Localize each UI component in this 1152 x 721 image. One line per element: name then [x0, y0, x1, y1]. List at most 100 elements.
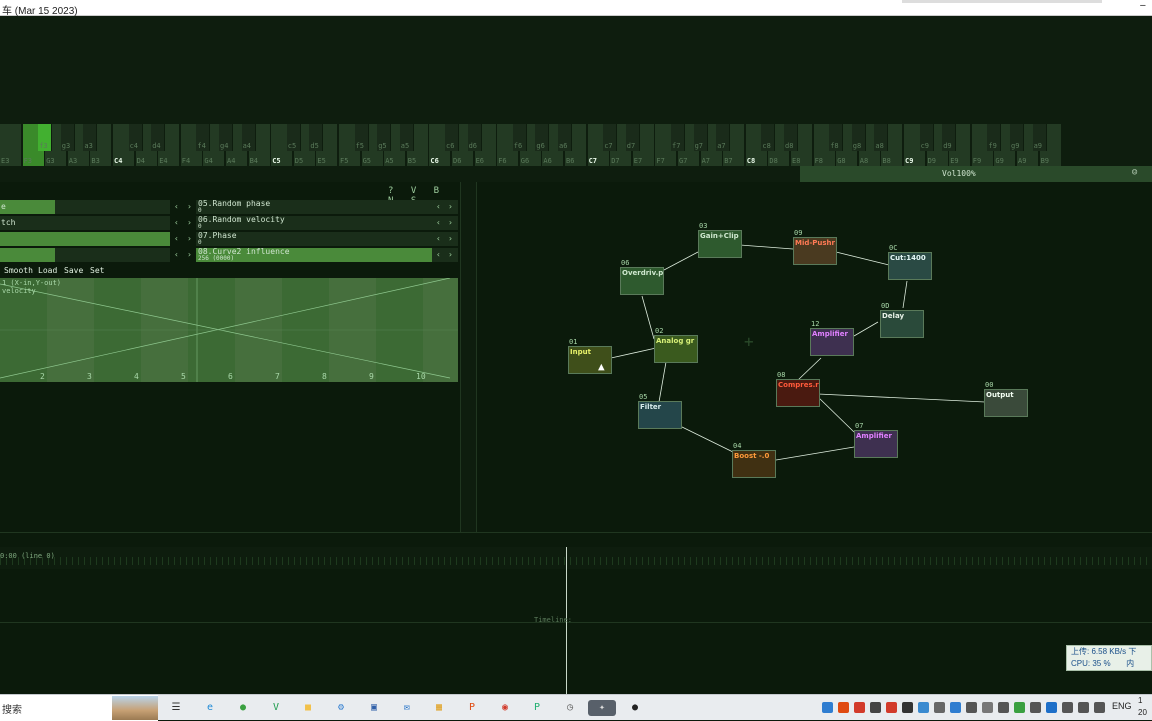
- black-key[interactable]: a3: [83, 124, 98, 151]
- black-key[interactable]: f6: [512, 124, 527, 151]
- volume-slider[interactable]: [800, 166, 1152, 182]
- module-input[interactable]: 01 Input: [568, 338, 612, 374]
- arrow-right-icon[interactable]: ›: [187, 250, 192, 259]
- black-key[interactable]: f9: [987, 124, 1002, 151]
- curve-set-button[interactable]: Set: [90, 266, 104, 275]
- arrow-left-icon[interactable]: ‹: [174, 218, 179, 227]
- black-key[interactable]: f4: [196, 124, 211, 151]
- module-analog-gr[interactable]: 02 Analog gr: [654, 327, 698, 363]
- tray-icon[interactable]: [1014, 702, 1025, 713]
- black-key[interactable]: f5: [354, 124, 369, 151]
- arrow-right-icon[interactable]: ›: [187, 202, 192, 211]
- white-key[interactable]: E3: [0, 124, 22, 166]
- clock-app-icon[interactable]: ◷: [562, 700, 578, 716]
- arrow-right-icon[interactable]: ›: [448, 202, 453, 211]
- black-key[interactable]: c8: [761, 124, 776, 151]
- volume-icon[interactable]: [1094, 702, 1105, 713]
- module-output[interactable]: 00 Output: [984, 381, 1028, 417]
- black-key[interactable]: g8: [851, 124, 866, 151]
- control-slider[interactable]: tch: [0, 216, 170, 230]
- control-slider[interactable]: [0, 248, 170, 262]
- search-tool-icon[interactable]: P: [464, 700, 480, 716]
- module-amplifier[interactable]: 12 Amplifier: [810, 320, 854, 356]
- black-key[interactable]: g7: [693, 124, 708, 151]
- black-key[interactable]: g5: [377, 124, 392, 151]
- black-key[interactable]: f8: [829, 124, 844, 151]
- arrow-left-icon[interactable]: ‹: [436, 202, 441, 211]
- store-icon[interactable]: ▦: [431, 700, 447, 716]
- record-icon[interactable]: ●: [627, 700, 643, 716]
- sunvox-icon[interactable]: ✦: [588, 700, 616, 716]
- title-drag-area[interactable]: [902, 0, 1102, 3]
- module-compres-r[interactable]: 08 Compres.r: [776, 371, 820, 407]
- pycharm-icon[interactable]: P: [529, 700, 545, 716]
- arrow-right-icon[interactable]: ›: [187, 218, 192, 227]
- arrow-left-icon[interactable]: ‹: [174, 250, 179, 259]
- folder-icon[interactable]: ■: [300, 700, 316, 716]
- black-key[interactable]: g4: [219, 124, 233, 151]
- black-key[interactable]: a7: [716, 124, 731, 151]
- tray-icon[interactable]: [902, 702, 913, 713]
- tray-icon[interactable]: [854, 702, 865, 713]
- tray-icon[interactable]: [998, 702, 1009, 713]
- arrow-left-icon[interactable]: ‹: [436, 250, 441, 259]
- black-key[interactable]: a9: [1032, 124, 1047, 151]
- module-boost-0[interactable]: 04 Boost -.0: [732, 442, 776, 478]
- black-key[interactable]: c5: [286, 124, 301, 151]
- clock[interactable]: 1 20: [1138, 695, 1147, 719]
- tray-icon[interactable]: [918, 702, 929, 713]
- curve-smooth-button[interactable]: Smooth: [4, 266, 33, 275]
- module-overdriv-p[interactable]: 06 Overdriv.p: [620, 259, 664, 295]
- system-tray[interactable]: [822, 700, 1122, 716]
- black-key[interactable]: g9: [1010, 124, 1024, 151]
- black-key[interactable]: a6: [558, 124, 572, 151]
- module-mid-pushr[interactable]: 09 Mid-Pushr: [793, 229, 837, 265]
- network-icon[interactable]: [1078, 702, 1089, 713]
- arrow-left-icon[interactable]: ‹: [436, 218, 441, 227]
- control-slider[interactable]: 06.Random velocity 0 ‹ ›: [196, 216, 458, 230]
- black-key[interactable]: d4: [151, 124, 166, 151]
- black-key[interactable]: d7: [625, 124, 640, 151]
- black-key[interactable]: f7: [671, 124, 685, 151]
- panel-splitter[interactable]: [460, 182, 477, 532]
- settings-icon[interactable]: ⚙: [333, 700, 349, 716]
- black-key[interactable]: a4: [241, 124, 256, 151]
- arrow-right-icon[interactable]: ›: [187, 234, 192, 243]
- arrow-right-icon[interactable]: ›: [448, 250, 453, 259]
- tray-icon[interactable]: [1030, 702, 1041, 713]
- curve-graph[interactable]: 1 (X-in,Y-out) velocity 2 3 4 5 6 7 8 9 10: [0, 278, 458, 382]
- task-view-icon[interactable]: ☰: [168, 700, 184, 716]
- arrow-right-icon[interactable]: ›: [448, 234, 453, 243]
- black-key[interactable]: c9: [919, 124, 934, 151]
- arrow-left-icon[interactable]: ‹: [174, 202, 179, 211]
- tray-icon[interactable]: [950, 702, 961, 713]
- arrow-left-icon[interactable]: ‹: [174, 234, 179, 243]
- black-key[interactable]: d9: [942, 124, 957, 151]
- tray-icon[interactable]: [870, 702, 881, 713]
- black-key[interactable]: a8: [874, 124, 889, 151]
- black-key[interactable]: c4: [128, 124, 143, 151]
- black-key[interactable]: g6: [535, 124, 550, 151]
- black-key[interactable]: d6: [467, 124, 482, 151]
- timeline-panel[interactable]: 0:00 (line 0) Timeline: 上传: 6.58 KB/s 下 …: [0, 532, 1152, 695]
- module-delay[interactable]: 0D Delay: [880, 302, 924, 338]
- app-green-icon[interactable]: ●: [235, 700, 251, 716]
- curve-load-button[interactable]: Load: [38, 266, 57, 275]
- bluetooth-icon[interactable]: [1046, 702, 1057, 713]
- language-indicator[interactable]: ENG: [1112, 701, 1132, 711]
- control-slider[interactable]: 05.Random phase 0 ‹ ›: [196, 200, 458, 214]
- taskbar-search[interactable]: 搜索: [0, 695, 158, 721]
- piano-keyboard[interactable]: E3 F3 G3 A3 B3 C4 D4 E4 F4 G4 A4 B4 C5 D5 E5 F5 G5 A5 B5 C6…: [0, 124, 1064, 166]
- microphone-icon[interactable]: [982, 702, 993, 713]
- chrome-icon[interactable]: ◉: [497, 700, 513, 716]
- black-key[interactable]: f3: [38, 124, 53, 151]
- vim-icon[interactable]: V: [268, 700, 284, 716]
- black-key[interactable]: c6: [445, 124, 459, 151]
- control-slider[interactable]: [0, 232, 170, 246]
- edge-icon[interactable]: e: [202, 700, 218, 716]
- module-gain-clip[interactable]: 03 Gain+Clip: [698, 222, 742, 258]
- tray-icon[interactable]: [966, 702, 977, 713]
- black-key[interactable]: d8: [784, 124, 798, 151]
- tray-icon[interactable]: [838, 702, 849, 713]
- module-cut-1400[interactable]: 0C Cut:1400: [888, 244, 932, 280]
